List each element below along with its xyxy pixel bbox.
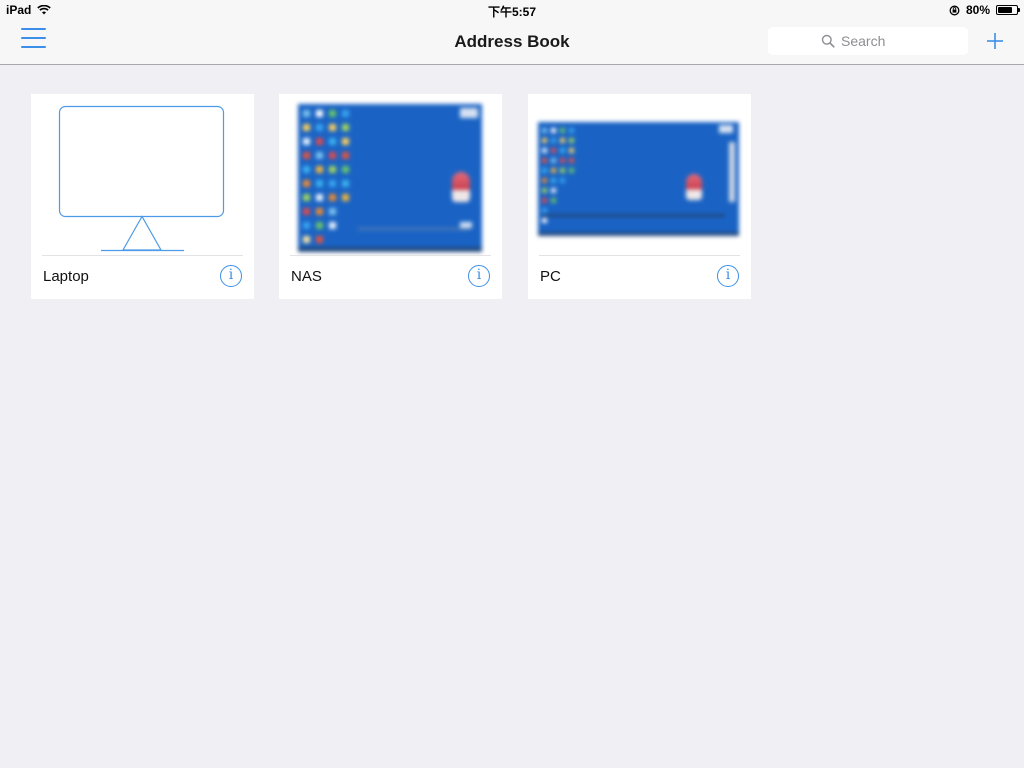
hamburger-line bbox=[21, 37, 46, 39]
search-box[interactable] bbox=[768, 27, 968, 55]
desktop-screenshot bbox=[528, 94, 751, 254]
status-time: 下午5:57 bbox=[487, 5, 537, 19]
info-button[interactable]: i bbox=[220, 265, 242, 287]
hamburger-line bbox=[21, 46, 46, 48]
nav-bar: Address Book bbox=[0, 20, 1024, 65]
status-bar: iPad 下午5:57 80% bbox=[0, 0, 1024, 20]
search-icon bbox=[821, 34, 835, 48]
card-divider bbox=[42, 255, 243, 256]
desktop-thumbnail bbox=[538, 122, 739, 236]
device-name: Laptop bbox=[43, 268, 89, 285]
battery-percent: 80% bbox=[965, 3, 990, 17]
battery-icon bbox=[996, 5, 1020, 15]
device-name: NAS bbox=[291, 268, 322, 285]
search-input[interactable] bbox=[841, 33, 915, 49]
info-button[interactable]: i bbox=[717, 265, 739, 287]
device-card-nas[interactable]: NAS i bbox=[279, 94, 502, 299]
device-card-laptop[interactable]: Laptop i bbox=[31, 94, 254, 299]
menu-button[interactable] bbox=[20, 26, 48, 52]
card-divider bbox=[290, 255, 491, 256]
device-name: PC bbox=[540, 268, 561, 285]
desktop-screenshot bbox=[279, 94, 502, 254]
device-card-pc[interactable]: PC i bbox=[528, 94, 751, 299]
battery-level bbox=[998, 7, 1013, 13]
card-divider bbox=[539, 255, 740, 256]
rotation-lock-icon bbox=[949, 5, 960, 15]
desktop-thumbnail bbox=[298, 104, 482, 252]
add-device-button[interactable] bbox=[984, 30, 1006, 52]
monitor-outline-icon bbox=[58, 105, 225, 252]
info-button[interactable]: i bbox=[468, 265, 490, 287]
hamburger-line bbox=[21, 28, 46, 30]
